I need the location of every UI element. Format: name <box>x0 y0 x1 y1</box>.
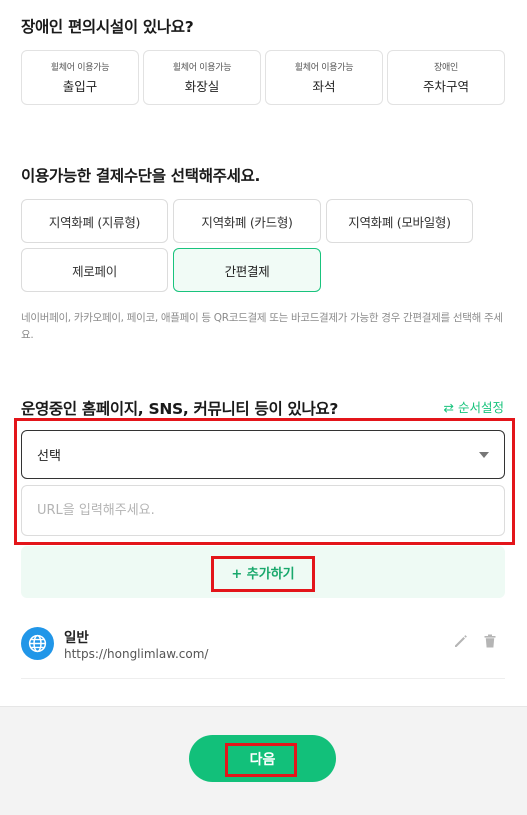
url-input[interactable] <box>21 485 505 536</box>
facility-entrance-button[interactable]: 휠체어 이용가능 출입구 <box>21 50 139 105</box>
facility-label: 화장실 <box>184 79 220 94</box>
link-item-name: 일반 <box>64 630 89 646</box>
highlight-box-next <box>225 743 297 777</box>
edit-icon[interactable] <box>453 633 469 649</box>
facility-parking-button[interactable]: 장애인 주차구역 <box>387 50 505 105</box>
facility-sub-label: 휠체어 이용가능 <box>294 63 354 73</box>
link-type-select-value: 선택 <box>37 449 61 464</box>
facility-seat-button[interactable]: 휠체어 이용가능 좌석 <box>265 50 383 105</box>
footer-bar: 다음 <box>0 706 527 815</box>
facilities-title: 장애인 편의시설이 있나요? <box>21 18 194 36</box>
order-settings-button[interactable]: ⇄ 순서설정 <box>444 397 504 416</box>
payment-helper-text: 네이버페이, 카카오페이, 페이코, 애플페이 등 QR코드결제 또는 바코드결… <box>21 312 503 341</box>
link-item-url: https://honglimlaw.com/ <box>64 647 209 661</box>
links-title: 운영중인 홈페이지, SNS, 커뮤니티 등이 있나요? <box>21 400 339 418</box>
chevron-down-icon <box>479 451 489 458</box>
facility-label: 출입구 <box>62 79 98 94</box>
globe-icon <box>21 627 54 660</box>
facility-options: 휠체어 이용가능 출입구 휠체어 이용가능 화장실 휠체어 이용가능 좌석 장애… <box>21 50 505 105</box>
facility-sub-label: 휠체어 이용가능 <box>172 63 232 73</box>
payment-option-easy-pay[interactable]: 간편결제 <box>173 248 321 292</box>
facility-sub-label: 장애인 <box>434 63 458 73</box>
facility-label: 좌석 <box>312 79 336 94</box>
payment-option-zeropay[interactable]: 제로페이 <box>21 248 168 292</box>
facility-label: 주차구역 <box>422 79 469 94</box>
link-type-select[interactable]: 선택 <box>21 430 505 479</box>
highlight-box-add <box>211 556 315 592</box>
payment-option-paper-voucher[interactable]: 지역화폐 (지류형) <box>21 199 168 243</box>
payment-title: 이용가능한 결제수단을 선택해주세요. <box>21 167 261 185</box>
trash-icon[interactable] <box>482 633 498 649</box>
list-item: 일반 https://honglimlaw.com/ <box>21 623 505 679</box>
payment-option-card-voucher[interactable]: 지역화폐 (카드형) <box>173 199 321 243</box>
facility-sub-label: 휠체어 이용가능 <box>50 63 110 73</box>
facility-restroom-button[interactable]: 휠체어 이용가능 화장실 <box>143 50 261 105</box>
payment-option-mobile-voucher[interactable]: 지역화폐 (모바일형) <box>326 199 473 243</box>
